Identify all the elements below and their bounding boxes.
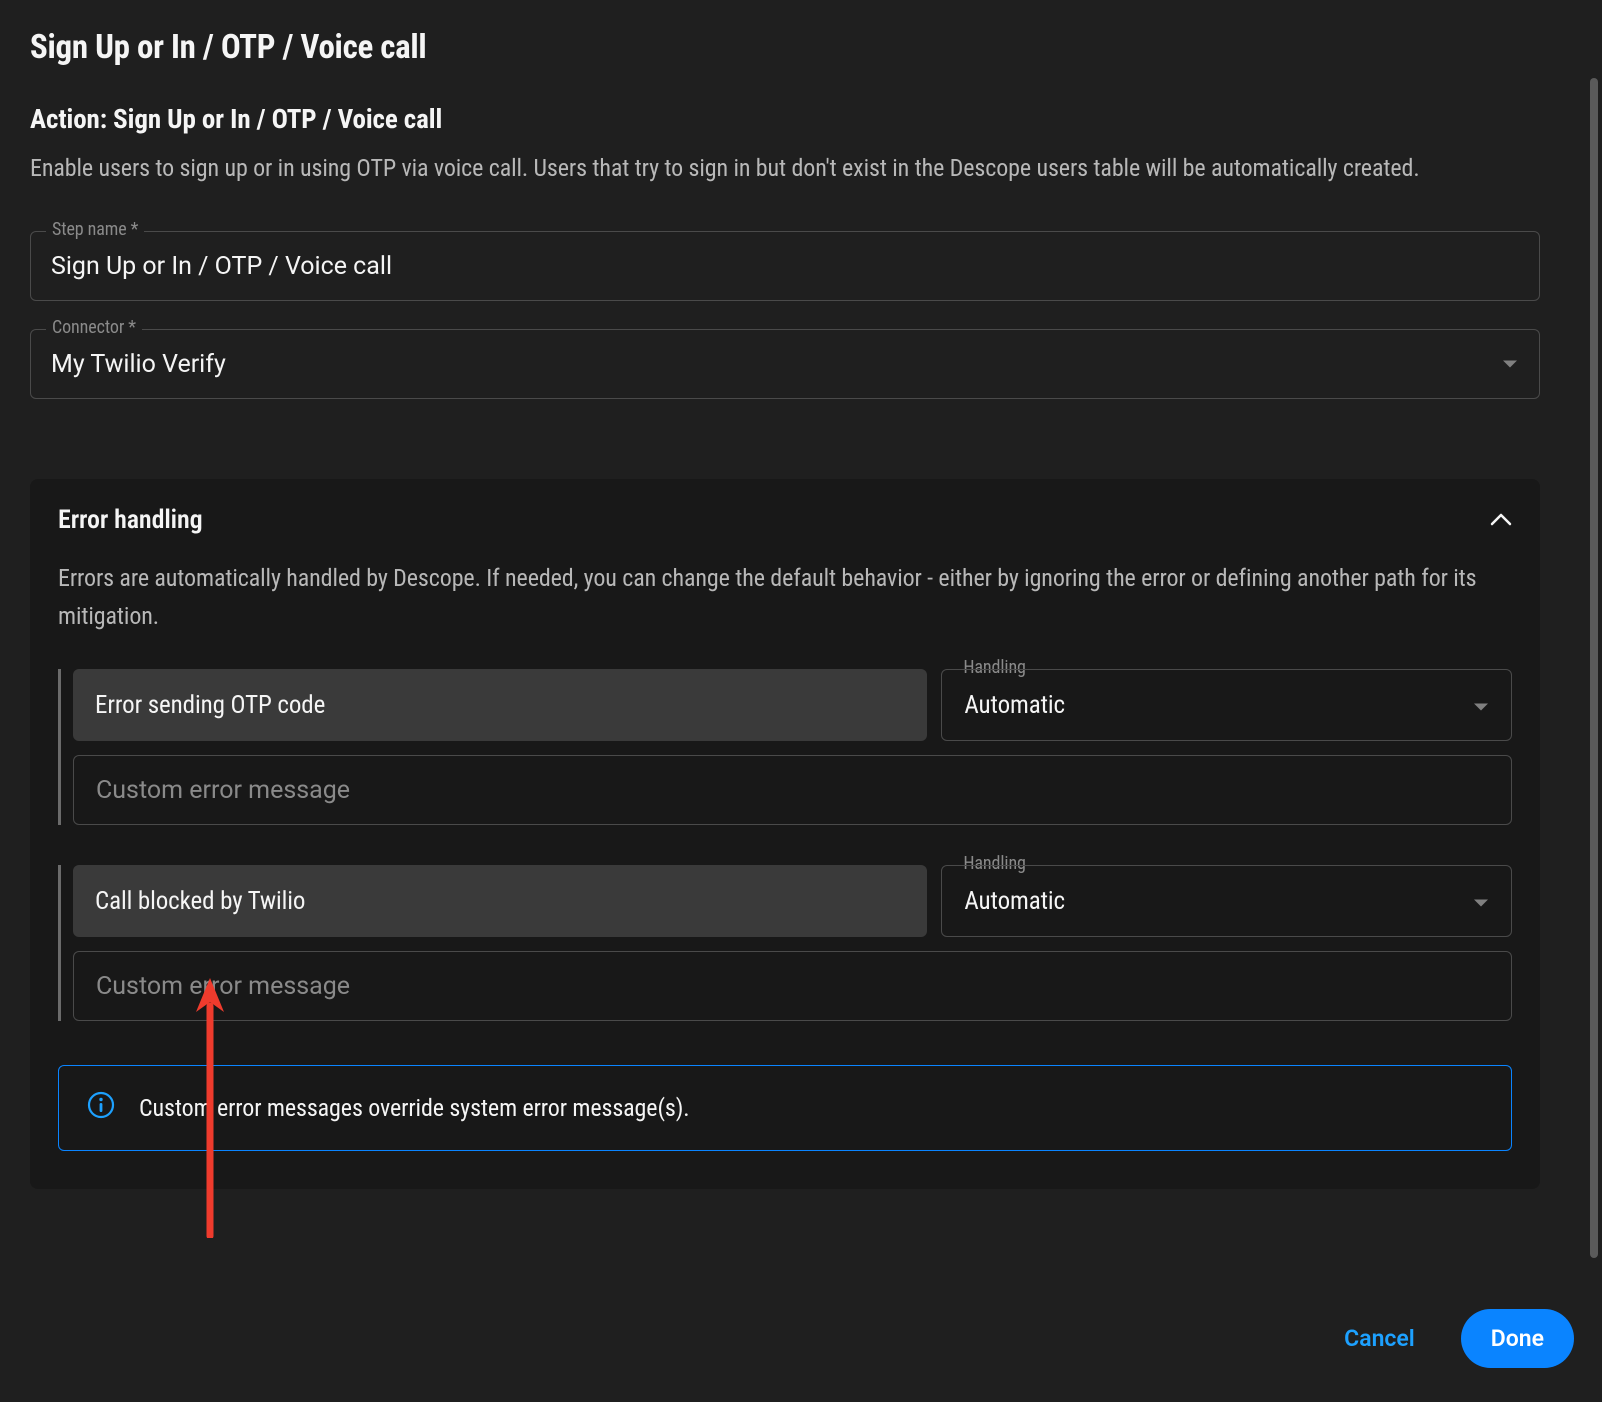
page-title: Sign Up or In / OTP / Voice call <box>30 28 1540 67</box>
step-name-label: Step name * <box>46 219 144 240</box>
error-name: Call blocked by Twilio <box>73 865 927 937</box>
caret-down-icon <box>1473 691 1489 720</box>
info-icon <box>87 1091 115 1125</box>
connector-label: Connector * <box>46 317 142 338</box>
error-block: Error sending OTP code Handling Automati… <box>58 669 1512 825</box>
chevron-up-icon <box>1490 511 1512 530</box>
custom-error-message-input[interactable] <box>73 951 1512 1021</box>
action-title: Action: Sign Up or In / OTP / Voice call <box>30 103 1540 135</box>
step-name-input[interactable] <box>30 231 1540 301</box>
scrollbar[interactable] <box>1590 78 1598 1258</box>
content-container: Sign Up or In / OTP / Voice call Action:… <box>0 0 1570 1189</box>
handling-value: Automatic <box>964 691 1065 720</box>
connector-field[interactable]: Connector * <box>30 329 1540 399</box>
info-text: Custom error messages override system er… <box>139 1094 690 1122</box>
error-handling-header[interactable]: Error handling <box>58 505 1512 535</box>
done-button[interactable]: Done <box>1461 1309 1574 1368</box>
handling-select[interactable]: Handling Automatic <box>941 669 1512 741</box>
custom-error-message-input[interactable] <box>73 755 1512 825</box>
handling-select[interactable]: Handling Automatic <box>941 865 1512 937</box>
handling-value: Automatic <box>964 887 1065 916</box>
cancel-button[interactable]: Cancel <box>1322 1309 1437 1368</box>
action-description: Enable users to sign up or in using OTP … <box>30 149 1530 187</box>
error-name: Error sending OTP code <box>73 669 927 741</box>
info-callout: Custom error messages override system er… <box>58 1065 1512 1151</box>
error-handling-title: Error handling <box>58 505 203 535</box>
caret-down-icon <box>1473 887 1489 916</box>
step-name-field: Step name * <box>30 231 1540 301</box>
error-handling-card: Error handling Errors are automatically … <box>30 479 1540 1189</box>
dialog-actions: Cancel Done <box>1322 1309 1574 1368</box>
error-handling-description: Errors are automatically handled by Desc… <box>58 559 1512 635</box>
error-block: Call blocked by Twilio Handling Automati… <box>58 865 1512 1021</box>
connector-select[interactable] <box>30 329 1540 399</box>
